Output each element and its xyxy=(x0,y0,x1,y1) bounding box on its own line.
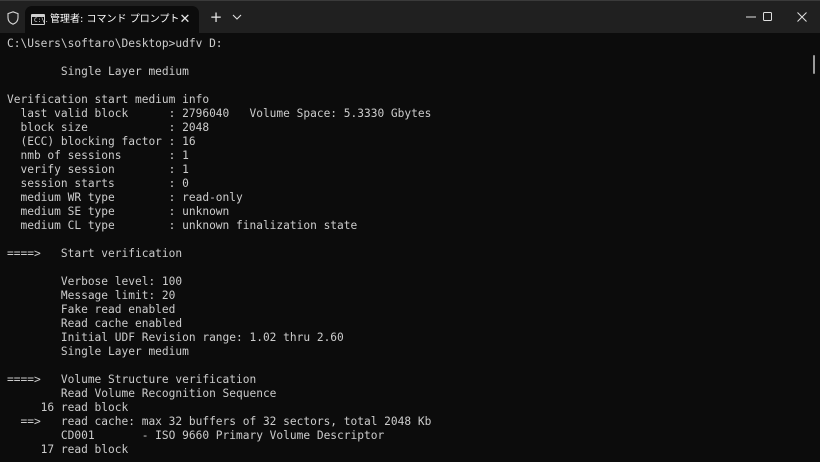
terminal-line: ====> Start verification xyxy=(7,247,183,260)
terminal-line: ====> Volume Structure verification xyxy=(7,373,257,386)
terminal-line: ==> read cache: max 32 buffers of 32 sec… xyxy=(7,415,432,428)
cmd-icon: C:\. xyxy=(31,14,48,25)
terminal-line: Verbose level: 100 xyxy=(7,275,183,288)
tab-title: 管理者: コマンド プロンプト xyxy=(50,14,180,25)
close-icon xyxy=(797,12,807,22)
terminal-line: Fake read enabled xyxy=(7,303,176,316)
terminal-line: verify session : 1 xyxy=(7,163,189,176)
terminal-line: medium CL type : unknown finalization st… xyxy=(7,219,358,232)
terminal-line: (ECC) blocking factor : 16 xyxy=(7,135,196,148)
terminal-text: C:\Users\softaro\Desktop>udfv D: Single … xyxy=(7,37,431,457)
tab-close-button[interactable]: ✕ xyxy=(177,12,193,28)
terminal-line: medium SE type : unknown xyxy=(7,205,230,218)
terminal-output-area[interactable]: C:\Users\softaro\Desktop>udfv D: Single … xyxy=(0,33,820,462)
plus-icon: + xyxy=(209,8,223,26)
terminal-line: 17 read block xyxy=(7,443,129,456)
tab-command-prompt[interactable]: C:\. 管理者: コマンド プロンプト ✕ xyxy=(25,6,199,34)
terminal-line: Message limit: 20 xyxy=(7,289,176,302)
terminal-line: C:\Users\softaro\Desktop>udfv D: xyxy=(7,37,223,50)
terminal-line: Read cache enabled xyxy=(7,317,183,330)
new-tab-button[interactable]: + xyxy=(208,9,224,25)
close-icon: ✕ xyxy=(179,12,191,27)
shield-icon xyxy=(7,11,19,25)
terminal-line: Read Volume Recognition Sequence xyxy=(7,387,277,400)
close-window-button[interactable] xyxy=(779,1,820,33)
title-bar[interactable]: C:\. 管理者: コマンド プロンプト ✕ + xyxy=(0,0,820,34)
tab-dropdown-button[interactable] xyxy=(229,9,245,25)
terminal-window: C:\. 管理者: コマンド プロンプト ✕ + C:\Users\softar… xyxy=(0,0,820,462)
chevron-down-icon xyxy=(232,14,242,20)
terminal-line: CD001 - ISO 9660 Primary Volume Descript… xyxy=(7,429,385,442)
terminal-line: last valid block : 2796040 Volume Space:… xyxy=(7,107,432,120)
terminal-line: session starts : 0 xyxy=(7,177,189,190)
terminal-line: Verification start medium info xyxy=(7,93,210,106)
terminal-line: block size : 2048 xyxy=(7,121,210,134)
terminal-line: Single Layer medium xyxy=(7,65,189,78)
terminal-line: medium WR type : read-only xyxy=(7,191,243,204)
terminal-line: Single Layer medium xyxy=(7,345,189,358)
terminal-line: Initial UDF Revision range: 1.02 thru 2.… xyxy=(7,331,344,344)
terminal-line: 16 read block xyxy=(7,401,129,414)
terminal-line: nmb of sessions : 1 xyxy=(7,149,189,162)
maximize-icon xyxy=(763,12,772,21)
scrollbar-thumb[interactable] xyxy=(813,55,815,74)
